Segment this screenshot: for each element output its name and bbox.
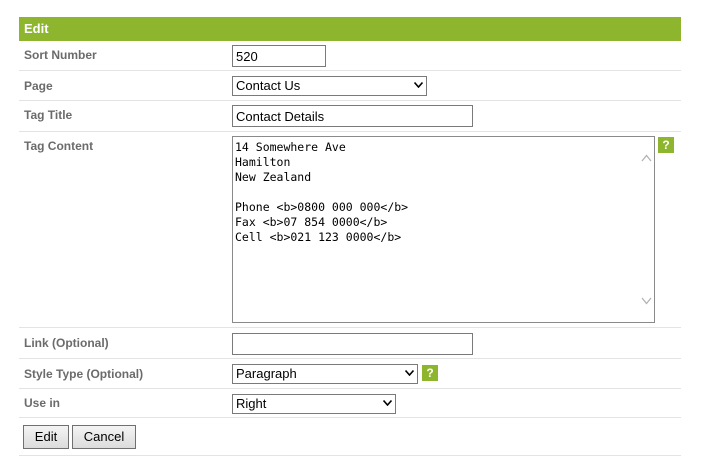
- tag-title-label: Tag Title: [24, 108, 73, 122]
- use-in-select-value: Right: [236, 396, 267, 411]
- edit-panel: Edit Sort Number Page Contact Us Tag Tit…: [19, 17, 681, 456]
- edit-button[interactable]: Edit: [23, 425, 69, 449]
- cancel-button[interactable]: Cancel: [72, 425, 136, 449]
- tag-content-textarea[interactable]: 14 Somewhere Ave Hamilton New Zealand Ph…: [232, 136, 655, 323]
- style-type-help-icon[interactable]: ?: [422, 365, 438, 381]
- tag-content-row: Tag Content 14 Somewhere Ave Hamilton Ne…: [19, 132, 681, 328]
- tag-content-wrapper: 14 Somewhere Ave Hamilton New Zealand Ph…: [232, 136, 655, 323]
- link-row: Link (Optional): [19, 328, 681, 359]
- page-select[interactable]: Contact Us: [232, 76, 427, 96]
- sort-number-input[interactable]: [232, 45, 326, 67]
- link-label: Link (Optional): [24, 336, 109, 350]
- chevron-down-icon: [405, 370, 414, 376]
- tag-content-label: Tag Content: [24, 139, 94, 153]
- page-row: Page Contact Us: [19, 71, 681, 101]
- link-input[interactable]: [232, 333, 473, 355]
- scroll-up-icon[interactable]: [641, 154, 652, 162]
- button-row: Edit Cancel: [19, 418, 681, 456]
- style-type-label: Style Type (Optional): [24, 367, 144, 381]
- sort-number-row: Sort Number: [19, 41, 681, 71]
- tag-title-row: Tag Title: [19, 101, 681, 132]
- panel-header: Edit: [19, 17, 681, 41]
- chevron-down-icon: [414, 82, 423, 88]
- style-type-row: Style Type (Optional) Paragraph ?: [19, 359, 681, 389]
- use-in-label: Use in: [24, 396, 61, 410]
- tag-title-input[interactable]: [232, 105, 473, 127]
- page-label: Page: [24, 79, 53, 93]
- sort-number-label: Sort Number: [24, 48, 97, 62]
- tag-content-help-icon[interactable]: ?: [658, 137, 674, 153]
- style-type-select[interactable]: Paragraph: [232, 364, 418, 384]
- style-type-select-value: Paragraph: [236, 366, 297, 381]
- page-select-value: Contact Us: [236, 78, 301, 93]
- chevron-down-icon: [383, 400, 392, 406]
- use-in-row: Use in Right: [19, 389, 681, 418]
- use-in-select[interactable]: Right: [232, 394, 396, 414]
- scroll-down-icon[interactable]: [641, 297, 652, 305]
